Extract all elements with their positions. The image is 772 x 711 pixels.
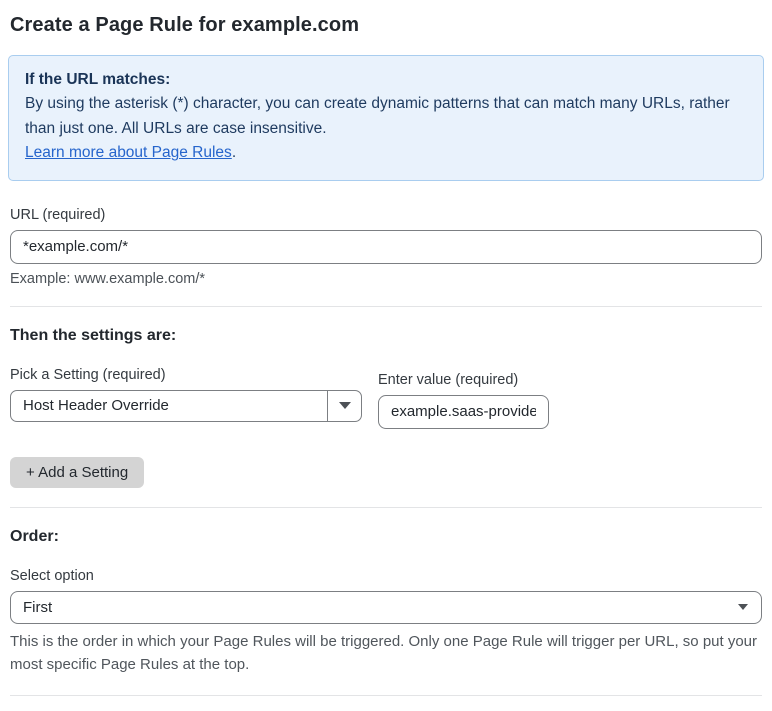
- url-match-info-box: If the URL matches: By using the asteris…: [8, 55, 764, 181]
- order-section-heading: Order:: [10, 527, 59, 545]
- url-example-helper: Example: www.example.com/*: [10, 270, 206, 287]
- settings-section-heading: Then the settings are:: [10, 326, 177, 344]
- order-select[interactable]: First: [10, 590, 762, 624]
- url-field-label: URL (required): [10, 206, 106, 223]
- settings-row: Pick a Setting (required) Host Header Ov…: [10, 367, 762, 429]
- page-title: Create a Page Rule for example.com: [10, 14, 360, 36]
- setting-picker-column: Pick a Setting (required) Host Header Ov…: [10, 367, 362, 422]
- chevron-down-icon: [338, 402, 351, 410]
- order-select-arrow: [725, 592, 761, 623]
- info-box-body: By using the asterisk (*) character, you…: [25, 95, 730, 137]
- link-suffix: .: [231, 144, 237, 162]
- divider: [10, 506, 762, 508]
- setting-picker-label: Pick a Setting (required): [10, 366, 166, 383]
- order-select-label: Select option: [10, 567, 94, 584]
- create-page-rule-form: Create a Page Rule for example.com If th…: [0, 0, 772, 711]
- info-box-heading: If the URL matches:: [25, 71, 171, 88]
- chevron-down-icon: [738, 604, 748, 611]
- setting-picker-select[interactable]: Host Header Override: [10, 389, 362, 422]
- setting-picker-selected-value: Host Header Override: [23, 397, 169, 415]
- divider: [10, 305, 762, 307]
- setting-picker-arrow-section[interactable]: [327, 390, 361, 421]
- add-setting-button[interactable]: + Add a Setting: [10, 456, 145, 488]
- order-helper-text: This is the order in which your Page Rul…: [10, 632, 758, 674]
- setting-value-column: Enter value (required): [378, 367, 549, 429]
- info-box-link-line: Learn more about Page Rules.: [25, 141, 747, 165]
- divider: [10, 695, 762, 697]
- learn-more-link[interactable]: Learn more about Page Rules: [25, 144, 232, 161]
- order-selected-value: First: [23, 598, 53, 616]
- url-input[interactable]: [10, 229, 762, 264]
- setting-value-input[interactable]: [378, 394, 549, 429]
- setting-value-label: Enter value (required): [378, 371, 519, 388]
